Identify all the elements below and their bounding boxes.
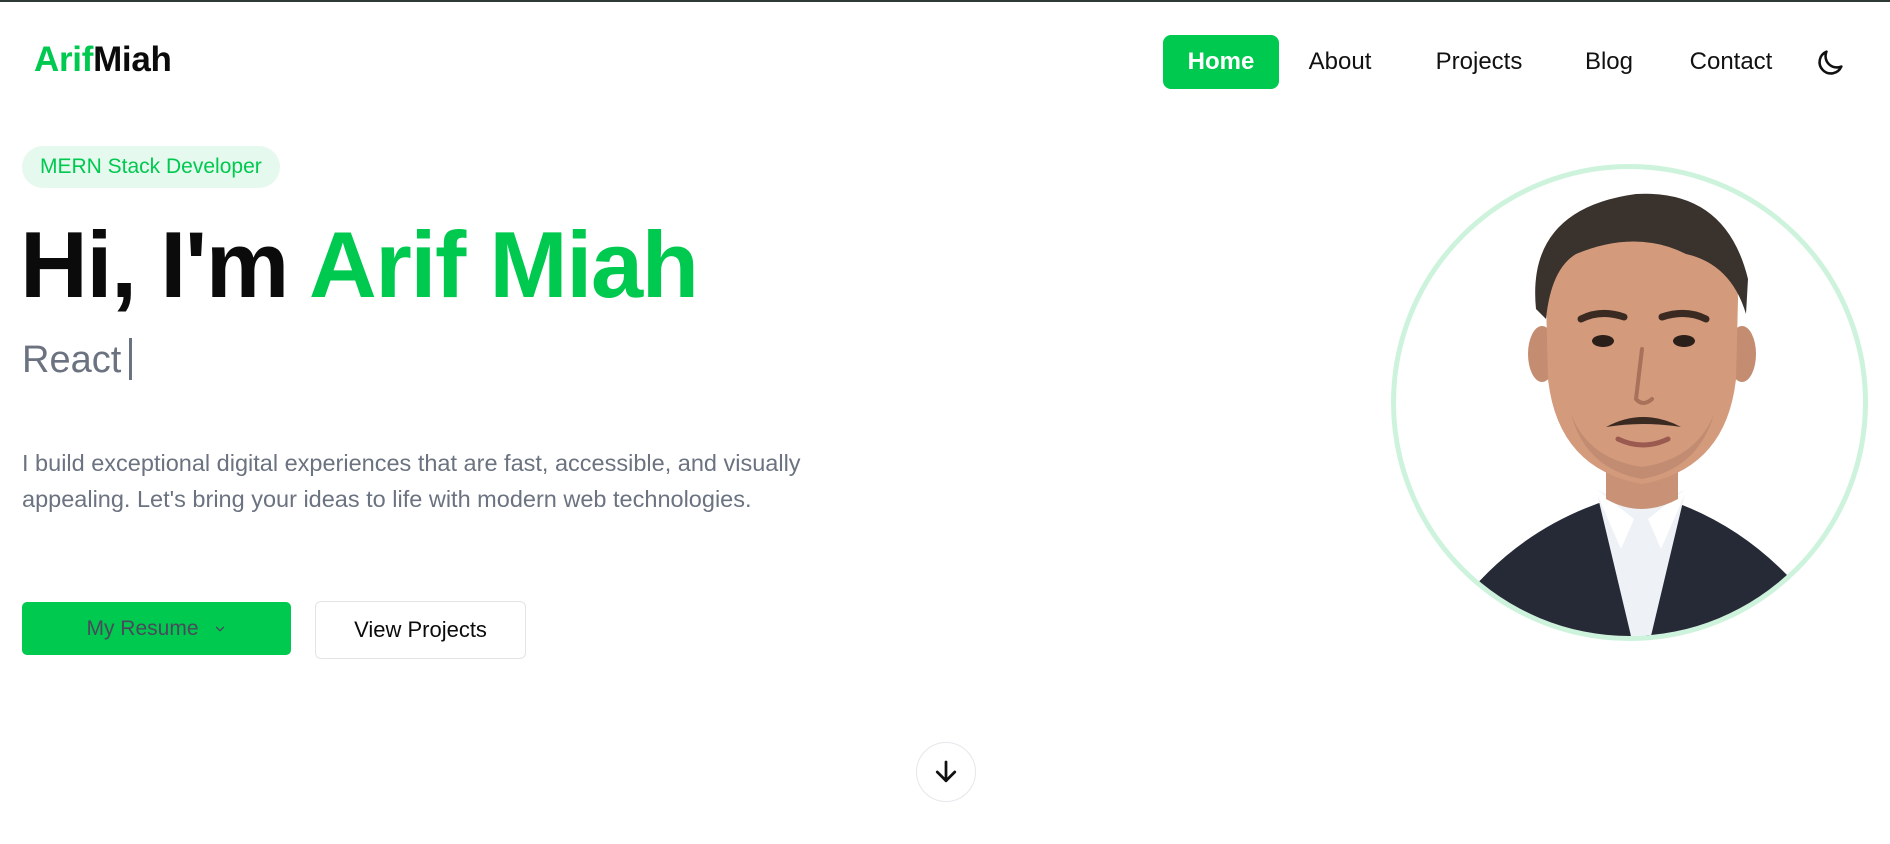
view-projects-button[interactable]: View Projects bbox=[315, 601, 526, 659]
nav-contact[interactable]: Contact bbox=[1681, 35, 1781, 89]
resume-label: My Resume bbox=[86, 616, 199, 640]
resume-button[interactable]: My Resume bbox=[22, 602, 291, 655]
logo-first: Arif bbox=[34, 40, 94, 79]
top-border bbox=[0, 0, 1890, 2]
chevron-down-icon bbox=[215, 626, 224, 631]
profile-photo bbox=[1391, 164, 1868, 641]
nav-blog[interactable]: Blog bbox=[1577, 35, 1641, 89]
nav-about[interactable]: About bbox=[1300, 35, 1380, 89]
headline-greeting: Hi, I'm bbox=[20, 212, 309, 317]
nav-home[interactable]: Home bbox=[1163, 35, 1279, 89]
hero-description: I build exceptional digital experiences … bbox=[22, 450, 801, 512]
nav-projects[interactable]: Projects bbox=[1424, 35, 1534, 89]
moon-icon bbox=[1818, 50, 1843, 75]
logo-second: Miah bbox=[93, 40, 172, 79]
role-badge: MERN Stack Developer bbox=[22, 146, 280, 188]
typed-role: React bbox=[22, 338, 133, 382]
theme-toggle-button[interactable] bbox=[1813, 46, 1847, 80]
typing-caret bbox=[129, 338, 133, 380]
portrait-illustration bbox=[1456, 193, 1816, 636]
arrow-down-icon bbox=[935, 760, 957, 783]
typed-text: React bbox=[22, 339, 122, 381]
site-logo[interactable]: ArifMiah bbox=[34, 40, 172, 80]
headline-name: Arif Miah bbox=[308, 212, 699, 317]
scroll-down-button[interactable] bbox=[916, 742, 976, 802]
hero-headline: Hi, I'm Arif Miah bbox=[20, 218, 699, 312]
